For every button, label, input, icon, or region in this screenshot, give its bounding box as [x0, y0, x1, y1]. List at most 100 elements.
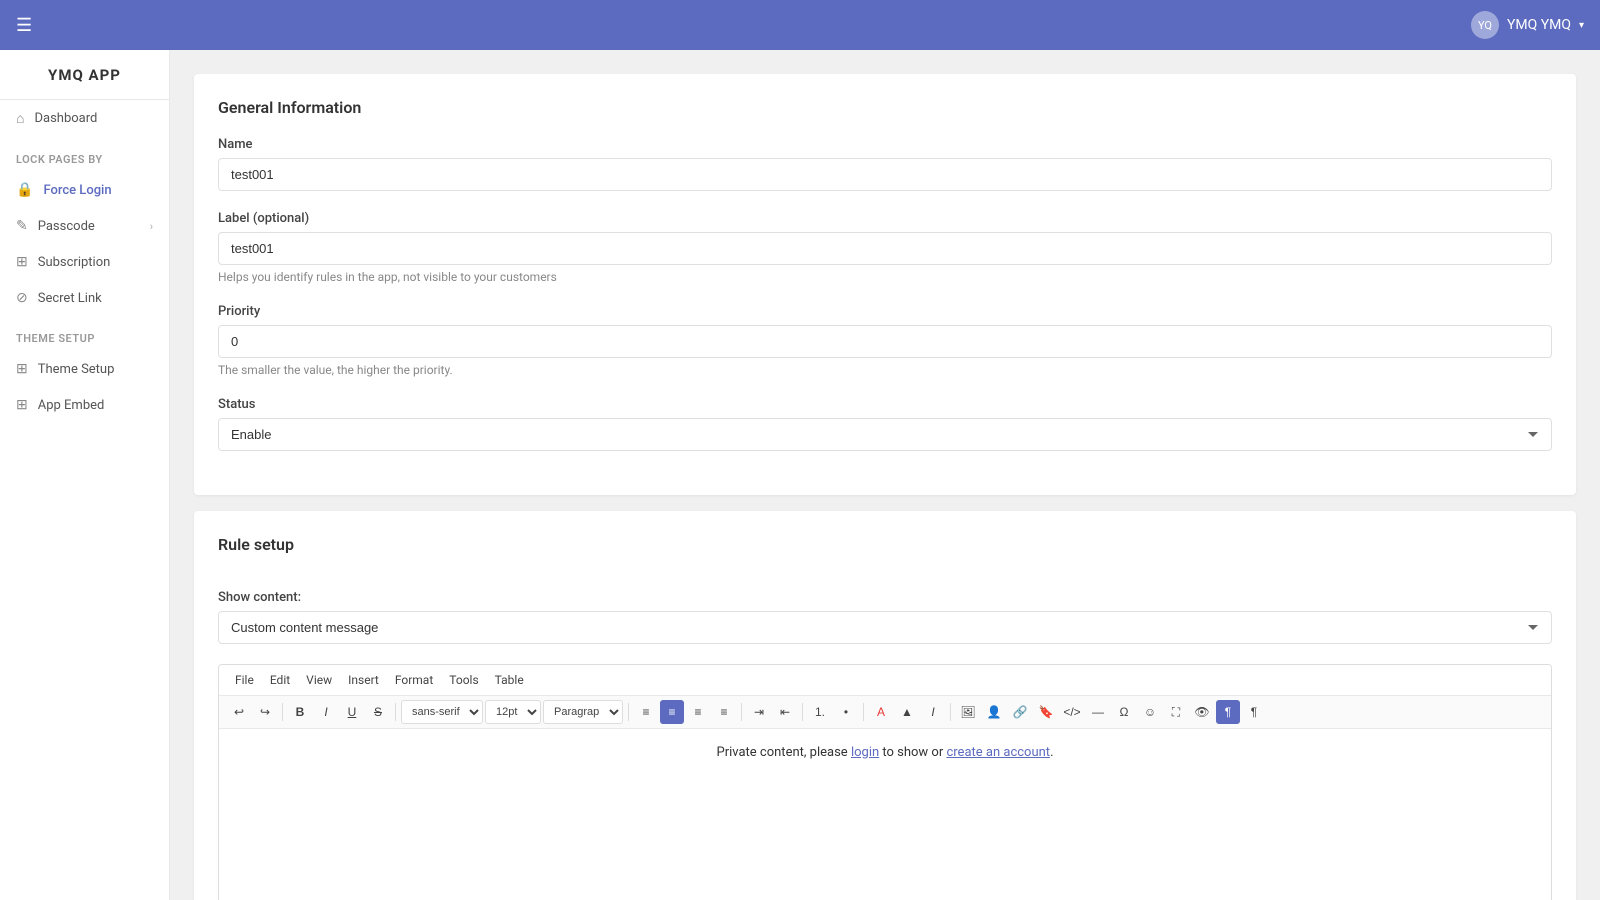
menu-file[interactable]: File	[227, 669, 262, 691]
sidebar-item-label: Passcode	[38, 219, 95, 234]
sidebar-item-theme-setup[interactable]: ⊞ Theme Setup	[0, 351, 169, 387]
font-size-select[interactable]: 12pt	[485, 700, 541, 724]
menu-icon[interactable]: ☰	[16, 15, 32, 36]
menu-view[interactable]: View	[298, 669, 340, 691]
general-info-title: General Information	[218, 98, 1552, 117]
editor-container: File Edit View Insert Format Tools Table…	[218, 664, 1552, 900]
sidebar-item-secret-link[interactable]: ⊘ Secret Link	[0, 280, 169, 316]
unordered-list-button[interactable]: •	[834, 700, 858, 724]
italic-button[interactable]: I	[314, 700, 338, 724]
show-content-group: Show content: Custom content message	[218, 590, 1552, 644]
priority-group: Priority The smaller the value, the high…	[218, 304, 1552, 377]
rtl-button[interactable]: ¶	[1242, 700, 1266, 724]
rule-setup-card: Rule setup Show content: Custom content …	[194, 511, 1576, 900]
sidebar-item-label: Dashboard	[34, 111, 97, 126]
sidebar-item-force-login[interactable]: 🔒 Force Login	[0, 172, 169, 208]
toolbar-sep-1	[282, 703, 283, 721]
editor-body[interactable]: Private content, please login to show or…	[219, 729, 1551, 900]
embed-icon: ⊞	[16, 397, 28, 413]
sidebar-item-label: Force Login	[43, 183, 111, 198]
emoji-button[interactable]: ☺	[1138, 700, 1162, 724]
toolbar-sep-2	[395, 703, 396, 721]
toolbar-sep-7	[950, 703, 951, 721]
align-right-button[interactable]: ≡	[686, 700, 710, 724]
label-input[interactable]	[218, 232, 1552, 265]
name-group: Name	[218, 137, 1552, 191]
code-button[interactable]: </>	[1060, 700, 1084, 724]
priority-label: Priority	[218, 304, 1552, 319]
editor-toolbar: ↩ ↪ B I U S sans-serif 12pt Paragraph	[219, 696, 1551, 729]
link-button[interactable]: 🔗	[1008, 700, 1032, 724]
label-label: Label (optional)	[218, 211, 1552, 226]
sidebar-item-label: App Embed	[38, 398, 105, 413]
toolbar-sep-6	[863, 703, 864, 721]
editor-content-text: Private content, please	[717, 745, 851, 760]
rule-setup-title: Rule setup	[218, 535, 1552, 554]
editor-create-account-link[interactable]: create an account	[946, 745, 1050, 760]
ordered-list-button[interactable]: 1.	[808, 700, 832, 724]
font-color-button[interactable]: A	[869, 700, 893, 724]
sidebar-item-subscription[interactable]: ⊞ Subscription	[0, 244, 169, 280]
font-family-select[interactable]: sans-serif	[401, 700, 483, 724]
priority-input[interactable]	[218, 325, 1552, 358]
menu-insert[interactable]: Insert	[340, 669, 387, 691]
redo-button[interactable]: ↪	[253, 700, 277, 724]
priority-hint: The smaller the value, the higher the pr…	[218, 363, 1552, 377]
key-icon: ✎	[16, 218, 28, 234]
topbar: ☰ YQ YMQ YMQ ▾	[0, 0, 1600, 50]
preview-button[interactable]: 👁	[1190, 700, 1214, 724]
user-label: YMQ YMQ	[1507, 17, 1571, 33]
fullscreen-button[interactable]: ⛶	[1164, 700, 1188, 724]
main-content: General Information Name Label (optional…	[170, 50, 1600, 900]
media-button[interactable]: 👤	[982, 700, 1006, 724]
bookmark-button[interactable]: 🔖	[1034, 700, 1058, 724]
bg-color-button[interactable]: ▲	[895, 700, 919, 724]
indent-button[interactable]: ⇥	[747, 700, 771, 724]
undo-button[interactable]: ↩	[227, 700, 251, 724]
chevron-right-icon: ›	[150, 220, 153, 233]
editor-middle-text: to show or	[879, 745, 946, 760]
theme-icon: ⊞	[16, 361, 28, 377]
name-input[interactable]	[218, 158, 1552, 191]
toolbar-sep-3	[628, 703, 629, 721]
status-select[interactable]: Enable Disable	[218, 418, 1552, 451]
theme-setup-section-label: THEME SETUP	[0, 316, 169, 351]
show-content-select[interactable]: Custom content message	[218, 611, 1552, 644]
menu-tools[interactable]: Tools	[441, 669, 486, 691]
sidebar-item-label: Secret Link	[38, 291, 102, 306]
menu-format[interactable]: Format	[387, 669, 441, 691]
align-center-button[interactable]: ≡	[660, 700, 684, 724]
sidebar-item-dashboard[interactable]: ⌂ Dashboard	[0, 100, 169, 137]
underline-button[interactable]: U	[340, 700, 364, 724]
sidebar-item-passcode[interactable]: ✎ Passcode ›	[0, 208, 169, 244]
status-label: Status	[218, 397, 1552, 412]
bold-button[interactable]: B	[288, 700, 312, 724]
menu-table[interactable]: Table	[487, 669, 532, 691]
toolbar-sep-4	[741, 703, 742, 721]
editor-login-link[interactable]: login	[851, 745, 879, 760]
sidebar-item-app-embed[interactable]: ⊞ App Embed	[0, 387, 169, 423]
show-content-label: Show content:	[218, 590, 1552, 605]
special-char-button[interactable]: Ω	[1112, 700, 1136, 724]
align-left-button[interactable]: ≡	[634, 700, 658, 724]
italic2-button[interactable]: I	[921, 700, 945, 724]
sidebar-item-label: Subscription	[38, 255, 111, 270]
label-hint: Helps you identify rules in the app, not…	[218, 270, 1552, 284]
status-group: Status Enable Disable	[218, 397, 1552, 451]
user-menu[interactable]: YQ YMQ YMQ ▾	[1471, 11, 1584, 39]
toolbar-sep-5	[802, 703, 803, 721]
menu-edit[interactable]: Edit	[262, 669, 298, 691]
lock-icon: 🔒	[16, 182, 33, 198]
link-icon: ⊘	[16, 290, 28, 306]
outdent-button[interactable]: ⇤	[773, 700, 797, 724]
editor-menubar: File Edit View Insert Format Tools Table	[219, 665, 1551, 696]
rule-setup-header: Rule setup	[194, 511, 1576, 554]
paragraph-style-select[interactable]: Paragraph	[543, 700, 623, 724]
avatar: YQ	[1471, 11, 1499, 39]
ltr-button[interactable]: ¶	[1216, 700, 1240, 724]
hr-button[interactable]: ―	[1086, 700, 1110, 724]
strikethrough-button[interactable]: S	[366, 700, 390, 724]
align-justify-button[interactable]: ≡	[712, 700, 736, 724]
image-button[interactable]: 🖼	[956, 700, 980, 724]
sidebar: YMQ APP ⌂ Dashboard LOCK PAGES BY 🔒 Forc…	[0, 50, 170, 900]
